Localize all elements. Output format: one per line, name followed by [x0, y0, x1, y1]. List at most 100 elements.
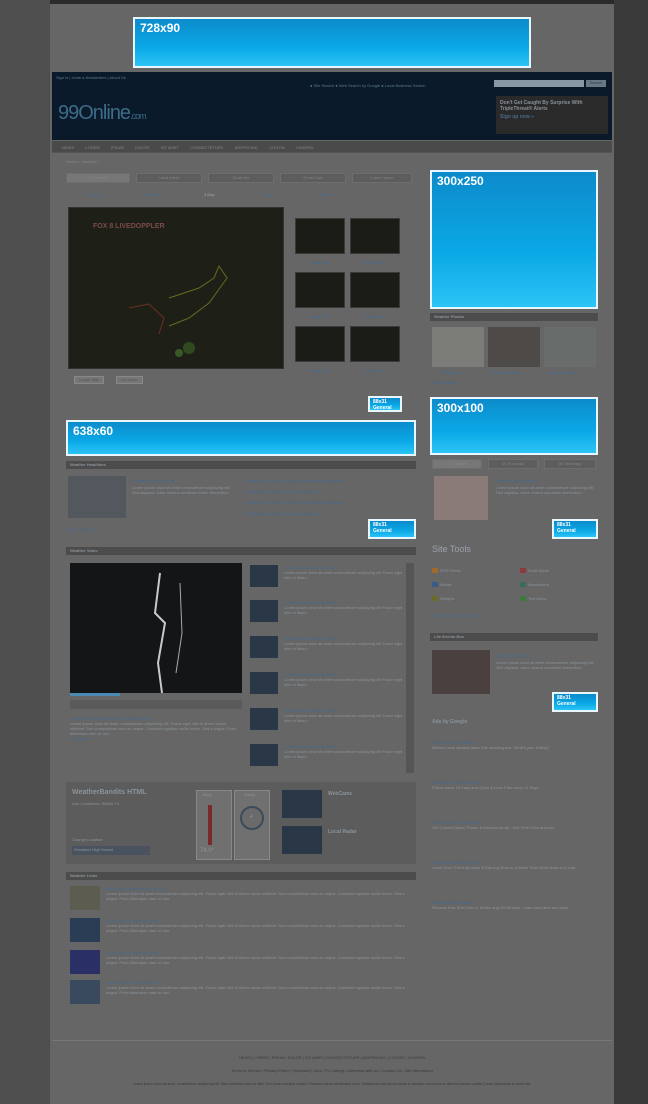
- rectangle-ad[interactable]: 300x250: [430, 170, 598, 309]
- more-photos-link[interactable]: More Photos »: [432, 380, 460, 385]
- thumb-caption[interactable]: Image Title: [295, 368, 345, 373]
- radar-thumb-6[interactable]: [350, 326, 400, 362]
- site-logo[interactable]: 99Online.com: [58, 102, 147, 125]
- link-image[interactable]: [70, 950, 100, 974]
- thumb-caption[interactable]: Image Title: [295, 314, 345, 319]
- radar-thumb-3[interactable]: [295, 272, 345, 308]
- webcams-link[interactable]: WebCams: [328, 792, 352, 797]
- button-ad[interactable]: 88x31 General: [552, 519, 598, 539]
- tab-local-areas[interactable]: Local Areas: [136, 173, 202, 183]
- headline-bullet[interactable]: Sed dapibus, tortor viverra condimentum: [244, 511, 322, 516]
- nav-item-dolor[interactable]: DOLOR: [135, 145, 149, 150]
- breadcrumb[interactable]: Home > Weather >: [66, 159, 100, 164]
- leaderboard-ad[interactable]: 728x90: [133, 17, 531, 68]
- photo-thumb-2[interactable]: [488, 327, 540, 367]
- tab-lorem-ipsum[interactable]: Lorem Ipsum: [352, 173, 412, 183]
- tool-mobile[interactable]: Mobile: [432, 582, 452, 588]
- photo-caption[interactable]: Lil Blizzard: [440, 370, 461, 375]
- webcam-thumb[interactable]: [282, 790, 322, 818]
- top-utility-nav[interactable]: Sign in | Invite a Newsletters | About U…: [56, 75, 126, 80]
- footer-nav[interactable]: NEWS | LOREM | IPSUM | DOLOR | SIT AMET …: [52, 1055, 612, 1060]
- video-thumb[interactable]: [250, 708, 278, 730]
- thumb-caption[interactable]: Image Title: [350, 368, 400, 373]
- google-ad[interactable]: Find a Person in 1 Minute Get Current Nam…: [432, 820, 597, 830]
- feature-title[interactable]: Weather Gallery News: [496, 478, 538, 483]
- subtab-travel[interactable]: Travel: [320, 192, 332, 197]
- tab-w-forecast[interactable]: W. Forecast: [488, 459, 538, 469]
- photo-caption[interactable]: Hurricane Rita: [548, 370, 575, 375]
- nav-item-adipiscing[interactable]: ADIPISCING: [235, 145, 258, 150]
- google-ad[interactable]: Prepare to be Shocked Millions have alrea…: [432, 740, 597, 750]
- nav-item-viverra[interactable]: VIVERRA: [296, 145, 314, 150]
- video-list-item[interactable]: Lorem ipsum dolor sit amet. Lorem ipsum d…: [284, 636, 404, 651]
- tab-quick-wx[interactable]: Quick Wx: [208, 173, 274, 183]
- tab-forecasts[interactable]: Forecasts: [66, 173, 130, 183]
- link-item[interactable]: Hurricane Preparedness Guide Lorem ipsum …: [106, 886, 406, 901]
- thumb-caption[interactable]: Image Title: [350, 314, 400, 319]
- video-progress[interactable]: [70, 693, 120, 696]
- thumb-caption[interactable]: Image Title: [350, 260, 400, 265]
- google-ad[interactable]: Million Dollar Mistake Reveals How She Do…: [432, 900, 597, 910]
- link-image[interactable]: [70, 980, 100, 1004]
- video-thumb[interactable]: [250, 565, 278, 587]
- link-image[interactable]: [70, 918, 100, 942]
- radar-map[interactable]: FOX 8 LIVEDOPPLER: [68, 207, 284, 369]
- headline-image[interactable]: [68, 476, 126, 518]
- headline-bullet[interactable]: Lorem ipsum dolor sit amet consectetuer …: [244, 478, 343, 483]
- link-item[interactable]: Lorem ipsum dolor sit amet Lorem ipsum do…: [106, 950, 406, 965]
- button-ad[interactable]: 88x31 General: [368, 396, 402, 412]
- radar-thumb-2[interactable]: [350, 218, 400, 254]
- radar-thumb-1[interactable]: [295, 218, 345, 254]
- feature-image[interactable]: [434, 476, 488, 520]
- headline-bullet[interactable]: Sed dapibus, tortor viverra condimentum: [244, 489, 322, 494]
- life-image[interactable]: [432, 650, 490, 694]
- video-controls[interactable]: [70, 700, 242, 709]
- location-select[interactable]: Westland High School: [72, 846, 150, 855]
- search-input[interactable]: [494, 80, 584, 87]
- full-story-link[interactable]: Full Story »: [70, 736, 242, 741]
- radar-thumb-4[interactable]: [350, 272, 400, 308]
- banner-ad[interactable]: 638x60: [66, 420, 416, 456]
- more-stories-link[interactable]: More Stories »: [68, 527, 96, 532]
- google-ad[interactable]: 10 Rules for Stomach Fat Follow these 10 …: [432, 780, 597, 790]
- photo-caption[interactable]: Weather Clouds: [492, 370, 522, 375]
- video-list-item[interactable]: Lorem ipsum dolor sit amet. Lorem ipsum d…: [284, 708, 404, 723]
- thumb-caption[interactable]: Image Title: [295, 260, 345, 265]
- google-ad[interactable]: Single Mom Makes $7k/g Learn How I Fired …: [432, 860, 597, 870]
- headline-title[interactable]: Lorem Ipsum Dolor Sit: [132, 478, 175, 483]
- promo-link[interactable]: Sign up now »: [500, 114, 604, 120]
- button-ad[interactable]: 88x31 General: [368, 519, 416, 539]
- video-list-item[interactable]: Lorem ipsum dolor sit amet. Lorem ipsum d…: [284, 672, 404, 687]
- nav-item-lorem[interactable]: LOREM: [85, 145, 99, 150]
- tab-tc-details[interactable]: T.C. Details: [432, 459, 482, 469]
- tab-w-warnings[interactable]: W. Warnings: [544, 459, 596, 469]
- nav-item-contin[interactable]: CONTIN: [269, 145, 284, 150]
- button-ad[interactable]: 88x31 General: [552, 692, 598, 712]
- subtab-7day[interactable]: 7 Day: [262, 192, 273, 197]
- video-list-item[interactable]: Lorem ipsum dolor sit amet. Lorem ipsum d…: [284, 565, 404, 580]
- subtab-current[interactable]: Current: [88, 192, 102, 197]
- video-thumb[interactable]: [250, 744, 278, 766]
- promo-banner[interactable]: Don't Get Caught By Surprise With Triple…: [496, 96, 608, 134]
- search-options[interactable]: ● Site Search ● Web Search by Google ● L…: [310, 83, 425, 88]
- search-button[interactable]: Search: [586, 80, 606, 87]
- link-image[interactable]: [70, 886, 100, 910]
- tool-rss[interactable]: RSS Feeds: [432, 568, 460, 574]
- video-player[interactable]: [70, 563, 242, 694]
- video-list-item[interactable]: Lorem ipsum dolor sit amet. Lorem ipsum d…: [284, 600, 404, 615]
- subtab-hourly[interactable]: Hourly: [146, 192, 159, 197]
- nav-item-sit-amet[interactable]: SIT AMET: [161, 145, 179, 150]
- tool-email[interactable]: Email Alerts: [520, 568, 549, 574]
- nav-item-ipsum[interactable]: IPSUM: [111, 145, 124, 150]
- tool-widgets[interactable]: Widgets: [432, 596, 454, 602]
- nav-item-news[interactable]: NEWS: [62, 145, 74, 150]
- local-radar-link[interactable]: Local Radar: [328, 830, 357, 835]
- nav-item-consectetuer[interactable]: CONSECTETUER: [190, 145, 223, 150]
- life-title[interactable]: MichiganFishing.tv: [496, 653, 532, 658]
- video-list-item[interactable]: Lorem ipsum dolor sit amet. Lorem ipsum d…: [284, 744, 404, 759]
- tool-text-alerts[interactable]: Text Alerts: [520, 596, 546, 602]
- video-thumb[interactable]: [250, 672, 278, 694]
- footer-links[interactable]: Terms of Service | Privacy Policy | Feed…: [52, 1068, 612, 1073]
- tab-travel-cast[interactable]: Travel Cast: [280, 173, 346, 183]
- tool-newsletters[interactable]: Newsletters: [520, 582, 549, 588]
